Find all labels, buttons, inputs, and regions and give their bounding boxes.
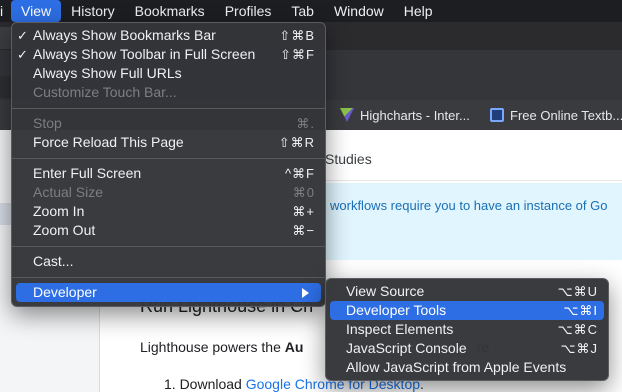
highcharts-icon	[340, 108, 354, 122]
developer-submenu: View Source ⌥⌘U Developer Tools ⌥⌘I Insp…	[325, 278, 609, 381]
menubar-help[interactable]: Help	[394, 0, 443, 22]
tab-studies[interactable]: Studies	[325, 151, 372, 167]
paragraph-bold: Au	[284, 339, 304, 355]
menu-separator	[12, 158, 325, 159]
menu-item-inspect-elements[interactable]: Inspect Elements ⌥⌘C	[326, 320, 608, 339]
menu-item-developer-tools[interactable]: Developer Tools ⌥⌘I	[330, 301, 604, 320]
menu-item-customize-touch-bar: Customize Touch Bar...	[12, 83, 325, 102]
list-text: 1. Download	[164, 376, 246, 392]
menu-item-enter-full-screen[interactable]: Enter Full Screen ^⌘F	[12, 164, 325, 183]
menu-item-cast[interactable]: Cast...	[12, 252, 325, 271]
menu-item-shortcut: ^⌘F	[284, 166, 315, 181]
book-icon	[490, 108, 504, 122]
checkmark-icon: ✓	[17, 28, 28, 43]
menu-item-label: Enter Full Screen	[33, 165, 142, 181]
menu-item-label: Allow JavaScript from Apple Events	[346, 359, 567, 375]
menubar-view[interactable]: View	[11, 0, 62, 22]
menu-item-shortcut: ⇧⌘F	[280, 47, 315, 62]
menu-item-actual-size: Actual Size ⌘0	[12, 183, 325, 202]
paragraph-text: Lighthouse powers the	[140, 339, 285, 355]
menu-item-view-source[interactable]: View Source ⌥⌘U	[326, 282, 608, 301]
bookmark-label: Free Online Textb...	[510, 107, 622, 123]
bookmark-label: Highcharts - Inter...	[360, 107, 470, 123]
menu-item-label: Zoom In	[33, 203, 85, 219]
menu-item-label: Always Show Bookmarks Bar	[33, 27, 216, 43]
view-menu: ✓ Always Show Bookmarks Bar ⇧⌘B ✓ Always…	[11, 22, 326, 307]
menu-item-shortcut: ⇧⌘R	[278, 135, 315, 150]
info-callout-text: workflows require you to have an instanc…	[330, 198, 608, 213]
menu-separator	[12, 108, 325, 109]
menu-item-label: Inspect Elements	[346, 321, 454, 337]
menu-item-javascript-console[interactable]: JavaScript Console ⌥⌘J	[326, 339, 608, 358]
menu-item-developer[interactable]: Developer	[16, 283, 321, 302]
menu-item-force-reload[interactable]: Force Reload This Page ⇧⌘R	[12, 133, 325, 152]
menu-item-label: View Source	[346, 283, 425, 299]
menu-item-shortcut: ⌥⌘I	[563, 303, 598, 318]
submenu-arrow-icon	[302, 288, 309, 298]
menu-item-allow-javascript-apple-events[interactable]: Allow JavaScript from Apple Events	[326, 358, 608, 377]
menu-item-zoom-in[interactable]: Zoom In ⌘+	[12, 202, 325, 221]
menu-item-label: Actual Size	[33, 184, 104, 200]
menu-item-always-show-bookmarks-bar[interactable]: ✓ Always Show Bookmarks Bar ⇧⌘B	[12, 26, 325, 45]
paragraph: Lighthouse powers the Aure	[140, 339, 489, 355]
menu-item-label: Developer Tools	[346, 302, 447, 318]
menu-item-zoom-out[interactable]: Zoom Out ⌘−	[12, 221, 325, 240]
menubar-tab[interactable]: Tab	[281, 0, 324, 22]
menu-item-label: Zoom Out	[33, 222, 96, 238]
menu-item-label: JavaScript Console	[346, 340, 467, 356]
bookmark-highcharts[interactable]: Highcharts - Inter...	[340, 106, 470, 124]
menu-item-always-show-full-urls[interactable]: Always Show Full URLs	[12, 64, 325, 83]
menu-separator	[12, 277, 325, 278]
menu-item-label: Stop	[33, 115, 62, 131]
menu-item-shortcut: ⇧⌘B	[279, 28, 315, 43]
menu-item-label: Customize Touch Bar...	[33, 84, 177, 100]
menu-item-always-show-toolbar[interactable]: ✓ Always Show Toolbar in Full Screen ⇧⌘F	[12, 45, 325, 64]
menu-separator	[12, 246, 325, 247]
menu-item-shortcut: ⌥⌘J	[560, 341, 598, 356]
menu-item-shortcut: ⌘−	[292, 223, 315, 238]
menu-item-label: Always Show Toolbar in Full Screen	[33, 46, 256, 62]
menubar-history[interactable]: History	[61, 0, 125, 22]
menu-item-label: Always Show Full URLs	[33, 65, 182, 81]
menu-item-shortcut: ⌥⌘U	[557, 284, 598, 299]
menubar-profiles[interactable]: Profiles	[215, 0, 282, 22]
menubar-window[interactable]: Window	[324, 0, 394, 22]
checkmark-icon: ✓	[17, 47, 28, 62]
menu-item-shortcut: ⌘.	[296, 116, 315, 131]
menubar-bookmarks[interactable]: Bookmarks	[125, 0, 215, 22]
menu-item-label: Cast...	[33, 253, 74, 269]
menu-bar: i View History Bookmarks Profiles Tab Wi…	[0, 0, 622, 22]
menu-item-label: Developer	[33, 284, 97, 300]
menu-item-shortcut: ⌘0	[292, 185, 315, 200]
menu-item-label: Force Reload This Page	[33, 134, 184, 150]
bookmark-textbooks[interactable]: Free Online Textb...	[490, 106, 622, 124]
menu-item-shortcut: ⌘+	[292, 204, 315, 219]
menu-item-stop: Stop ⌘.	[12, 114, 325, 133]
menubar-app[interactable]: i	[0, 0, 11, 22]
menu-item-shortcut: ⌥⌘C	[557, 322, 598, 337]
